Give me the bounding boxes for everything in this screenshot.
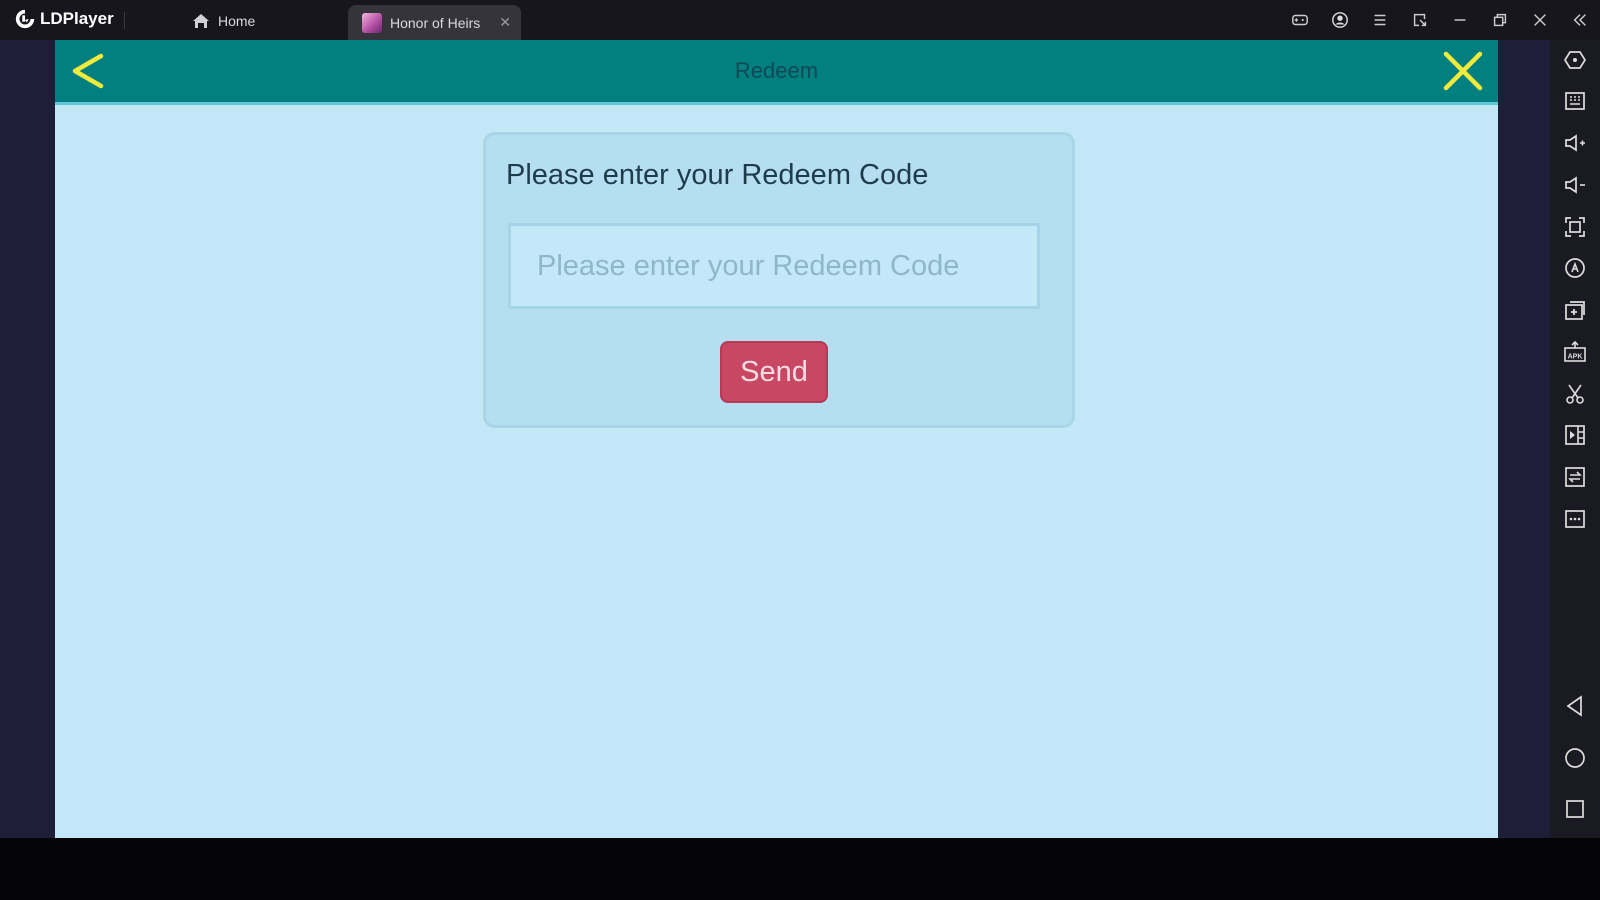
right-letterbox [1498, 40, 1550, 838]
close-window-button[interactable] [1520, 0, 1560, 40]
redeem-card: Please enter your Redeem Code Send [483, 132, 1075, 428]
file-sync-icon [1565, 467, 1585, 487]
install-apk-button[interactable]: APK [1550, 332, 1600, 372]
volume-down-button[interactable] [1550, 165, 1600, 205]
send-button[interactable]: Send [720, 341, 828, 403]
screenshot-button[interactable] [1550, 374, 1600, 414]
app-name: LDPlayer [40, 9, 114, 28]
svg-text:APK: APK [1568, 354, 1583, 361]
record-video-icon [1565, 425, 1585, 445]
android-home-button[interactable] [1550, 738, 1600, 778]
install-apk-icon: APK [1564, 340, 1586, 362]
multi-instance-icon [1565, 301, 1585, 320]
tab-close-icon[interactable]: ✕ [499, 14, 511, 31]
record-video-button[interactable] [1550, 415, 1600, 455]
android-back-button[interactable] [1550, 686, 1600, 726]
app-logo: LDPlayer [14, 8, 114, 30]
android-recents-icon [1566, 800, 1584, 818]
multi-instance-button[interactable] [1550, 290, 1600, 330]
minimize-icon [1454, 19, 1466, 21]
volume-up-button[interactable] [1550, 123, 1600, 163]
close-x-icon[interactable] [1438, 48, 1488, 94]
collapse-sidebar-button[interactable] [1560, 0, 1600, 40]
android-recents-button[interactable] [1550, 789, 1600, 829]
android-back-icon [1566, 695, 1582, 717]
settings-icon [1563, 51, 1587, 69]
more-icon [1565, 510, 1585, 528]
account-icon [1332, 12, 1348, 28]
keyboard-button[interactable] [1550, 81, 1600, 121]
tab-game-label: Honor of Heirs [390, 14, 481, 31]
close-icon [1534, 14, 1546, 26]
sync-button[interactable] [1400, 0, 1440, 40]
fullscreen-button[interactable] [1550, 207, 1600, 247]
auto-operation-icon [1565, 258, 1585, 278]
redeem-code-input[interactable] [508, 223, 1040, 309]
android-home-icon [1565, 748, 1585, 768]
window-controls [1280, 0, 1600, 40]
volume-down-icon [1565, 176, 1585, 194]
screenshot-scissors-icon [1566, 384, 1584, 404]
more-button[interactable] [1550, 499, 1600, 539]
home-icon [193, 14, 209, 28]
left-letterbox [0, 40, 55, 838]
emulator-sidebar: APK [1550, 40, 1600, 838]
redeem-prompt: Please enter your Redeem Code [506, 159, 929, 191]
restore-icon [1493, 13, 1507, 27]
collapse-sidebar-icon [1573, 14, 1586, 26]
ldplayer-logo-icon [15, 9, 35, 29]
menu-icon [1374, 14, 1386, 26]
game-screen: Redeem Please enter your Redeem Code Sen… [55, 40, 1498, 838]
account-button[interactable] [1320, 0, 1360, 40]
fullscreen-icon [1565, 217, 1585, 237]
gamepad-button[interactable] [1280, 0, 1320, 40]
tab-home-label: Home [218, 13, 256, 29]
game-thumbnail [362, 12, 382, 33]
keyboard-icon [1565, 92, 1585, 110]
tab-home[interactable]: Home [192, 8, 255, 34]
minimize-button[interactable] [1440, 0, 1480, 40]
auto-operation-button[interactable] [1550, 248, 1600, 288]
menu-button[interactable] [1360, 0, 1400, 40]
gamepad-icon [1292, 14, 1308, 26]
title-bar: LDPlayer Home Honor of Heirs ✕ [0, 0, 1600, 40]
tab-honor-of-heirs[interactable]: Honor of Heirs ✕ [348, 5, 521, 40]
volume-up-icon [1565, 134, 1585, 152]
file-sync-button[interactable] [1550, 457, 1600, 497]
title-divider [124, 12, 125, 29]
restore-button[interactable] [1480, 0, 1520, 40]
redeem-header: Redeem [55, 40, 1498, 105]
sync-icon [1413, 13, 1427, 27]
page-title: Redeem [734, 58, 819, 83]
settings-button[interactable] [1550, 40, 1600, 80]
